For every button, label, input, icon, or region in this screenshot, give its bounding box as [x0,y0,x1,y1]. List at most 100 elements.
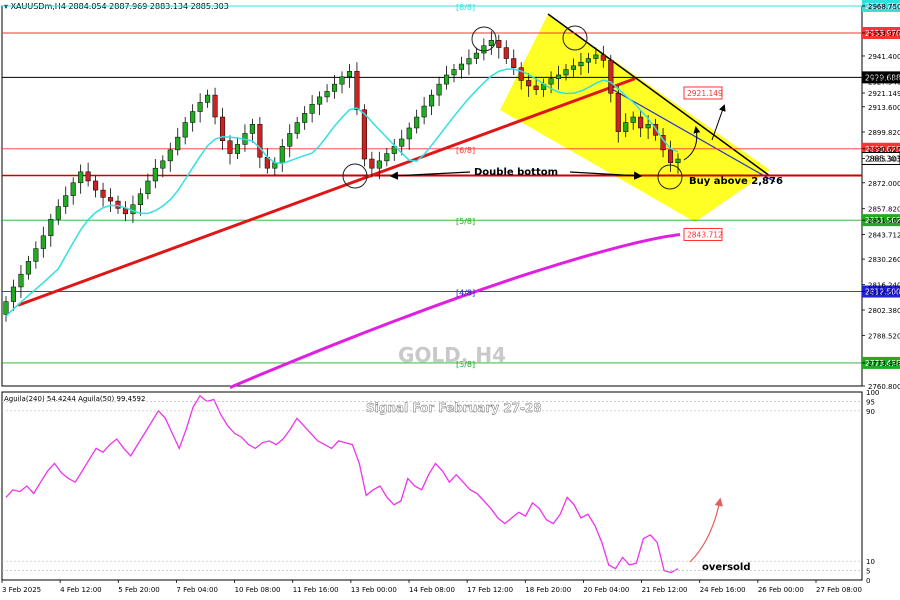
candle-body [451,69,457,76]
candle [391,138,397,161]
candle [264,148,270,174]
candle [219,107,226,150]
candle-body [107,197,114,202]
candle-body [526,80,532,87]
x-tick-label: 11 Feb 16:00 [293,586,339,594]
candle [85,162,91,187]
candle [317,91,323,116]
candle-body [421,105,427,118]
y-tick-label: 2872.000 [868,180,900,188]
candle-body [481,45,487,54]
candle [339,71,345,94]
candle [145,173,151,200]
candle-body [3,301,9,315]
candle [436,76,442,107]
candle-body [473,52,479,59]
y-tick-label: 2921.149 [868,90,900,98]
x-tick-label: 20 Feb 04:00 [583,586,629,594]
candle [197,93,203,123]
murrey-label: [8/8] [456,3,475,12]
candle [406,122,412,150]
candle-body [354,71,360,110]
candle [287,124,293,158]
candle-body [100,189,106,198]
main-plot-frame [1,5,863,387]
candle-body [645,124,651,129]
candle-body [563,69,569,76]
candle [40,226,46,258]
candle-body [190,111,196,123]
x-tick-label: 10 Feb 08:00 [235,586,281,594]
candle-body [85,171,91,182]
candle [309,95,315,123]
candle-body [548,78,554,85]
y-tick-label: 2851.562 [868,217,900,225]
x-tick-label: 7 Feb 04:00 [176,586,217,594]
candle-body [399,138,405,147]
candle [451,64,457,83]
candle-body [675,158,681,163]
x-tick-label: 4 Feb 12:00 [60,586,101,594]
candle [93,175,99,198]
value-tag: 2843.712 [683,227,723,241]
candle [63,186,69,214]
candle [152,159,158,189]
candle [429,89,435,116]
candle [324,84,330,103]
x-tick-label: 13 Feb 00:00 [351,586,397,594]
candle-body [593,54,599,59]
indicator-tick-label: 95 [866,398,875,406]
candle-body [443,74,450,85]
candle-body [33,248,39,262]
candle-body [40,235,46,249]
candle [331,74,338,99]
y-tick-label: 2927.540 [868,78,900,86]
candle-body [130,204,136,215]
y-tick-label: 2802.380 [868,307,900,315]
x-tick-label: 26 Feb 00:00 [758,586,804,594]
watermark: GOLD, H4 [398,343,506,367]
candle-body [302,113,308,123]
candle-body [212,94,218,118]
candle [354,62,360,116]
candle-body [257,124,263,158]
x-tick-label: 17 Feb 12:00 [467,586,513,594]
candle-body [145,180,151,195]
x-tick-label: 24 Feb 16:00 [700,586,746,594]
candle [443,65,450,90]
candle-body [406,127,412,140]
double-bottom-label: Double bottom [474,167,558,178]
y-tick-label: 2788.520 [868,332,900,340]
candle [212,87,218,125]
x-tick-label: 21 Feb 12:00 [642,586,688,594]
candle [272,157,278,176]
candle-body [555,74,562,79]
candle [302,106,308,130]
candle [294,117,300,139]
oversold-label: oversold [702,562,751,573]
signal-title: Signal For February 27-28 [366,401,542,415]
candle-body [346,71,353,78]
candle [481,38,487,61]
x-tick-label: 5 Feb 20:00 [118,586,159,594]
rebound-arrow [689,497,723,563]
candle [466,49,472,75]
candle-body [294,122,300,134]
candle [488,31,494,55]
y-tick-label: 2890.625 [868,146,900,154]
buy-above-label: Buy above 2,876 [689,176,783,187]
candle-body [384,153,390,162]
candle-body [600,54,606,61]
candle [205,89,211,108]
y-tick-label: 2913.600 [868,104,900,112]
candle [48,213,54,247]
candle-body [488,40,494,46]
y-tick-label: 2843.712 [868,231,900,239]
candle-body [93,180,99,191]
candle-body [205,94,211,103]
price-chart[interactable]: 2968.7502953.9762929.6882890.6252851.562… [0,0,900,600]
y-tick-label: 2968.750 [868,3,900,11]
value-tag-text: 2921.149 [687,89,723,98]
candle [249,118,255,143]
candle [167,142,173,172]
